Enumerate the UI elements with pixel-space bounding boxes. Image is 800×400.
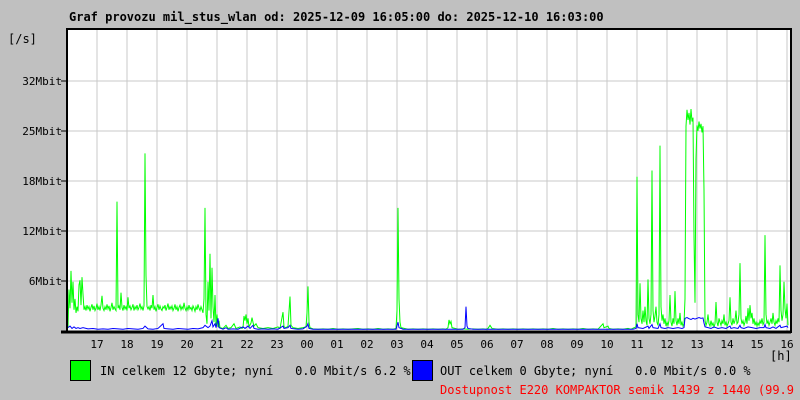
- x-tick-label: 13: [690, 338, 704, 351]
- x-tick-label: 15: [750, 338, 764, 351]
- x-tick-label: 10: [600, 338, 614, 351]
- x-tick-label: 16: [780, 338, 794, 351]
- y-tick-label: 6Mbit: [28, 275, 62, 288]
- x-tick-label: 09: [570, 338, 584, 351]
- y-tick-label: 32Mbit: [22, 75, 62, 88]
- availability-status-text: Dostupnost E220 KOMPAKTOR semik 1439 z 1…: [440, 383, 800, 397]
- x-tick-label: 04: [420, 338, 434, 351]
- x-tick-label: 02: [360, 338, 374, 351]
- x-tick-label: 19: [150, 338, 164, 351]
- x-tick-label: 17: [90, 338, 104, 351]
- x-tick-label: 00: [300, 338, 314, 351]
- x-tick-label: 03: [390, 338, 404, 351]
- x-axis-unit-label: [h]: [770, 349, 792, 363]
- x-tick-label: 18: [120, 338, 134, 351]
- y-tick-label: 25Mbit: [22, 125, 62, 138]
- legend-out-label: OUT celkem 0 Gbyte; nyní 0.0 Mbit/s 0.0 …: [440, 364, 751, 378]
- x-tick-label: 14: [720, 338, 734, 351]
- mrtg-traffic-graph-page: { "title": "Graf provozu mil_stus_wlan o…: [0, 0, 800, 400]
- x-tick-label: 22: [240, 338, 254, 351]
- y-tick-label: 18Mbit: [22, 175, 62, 188]
- legend-in-label: IN celkem 12 Gbyte; nyní 0.0 Mbit/s 6.2 …: [100, 364, 411, 378]
- x-tick-label: 06: [480, 338, 494, 351]
- legend-out-swatch: [412, 360, 433, 381]
- x-tick-label: 07: [510, 338, 524, 351]
- legend-in-swatch: [70, 360, 91, 381]
- x-tick-label: 08: [540, 338, 554, 351]
- x-tick-label: 20: [180, 338, 194, 351]
- x-tick-label: 11: [630, 338, 644, 351]
- y-tick-label: 12Mbit: [22, 225, 62, 238]
- x-tick-label: 12: [660, 338, 674, 351]
- chart-title: Graf provozu mil_stus_wlan od: 2025-12-0…: [69, 10, 604, 24]
- y-axis-unit-label: [/s]: [8, 32, 37, 46]
- x-tick-label: 23: [270, 338, 284, 351]
- x-tick-label: 21: [210, 338, 224, 351]
- x-tick-label: 05: [450, 338, 464, 351]
- x-tick-label: 01: [330, 338, 344, 351]
